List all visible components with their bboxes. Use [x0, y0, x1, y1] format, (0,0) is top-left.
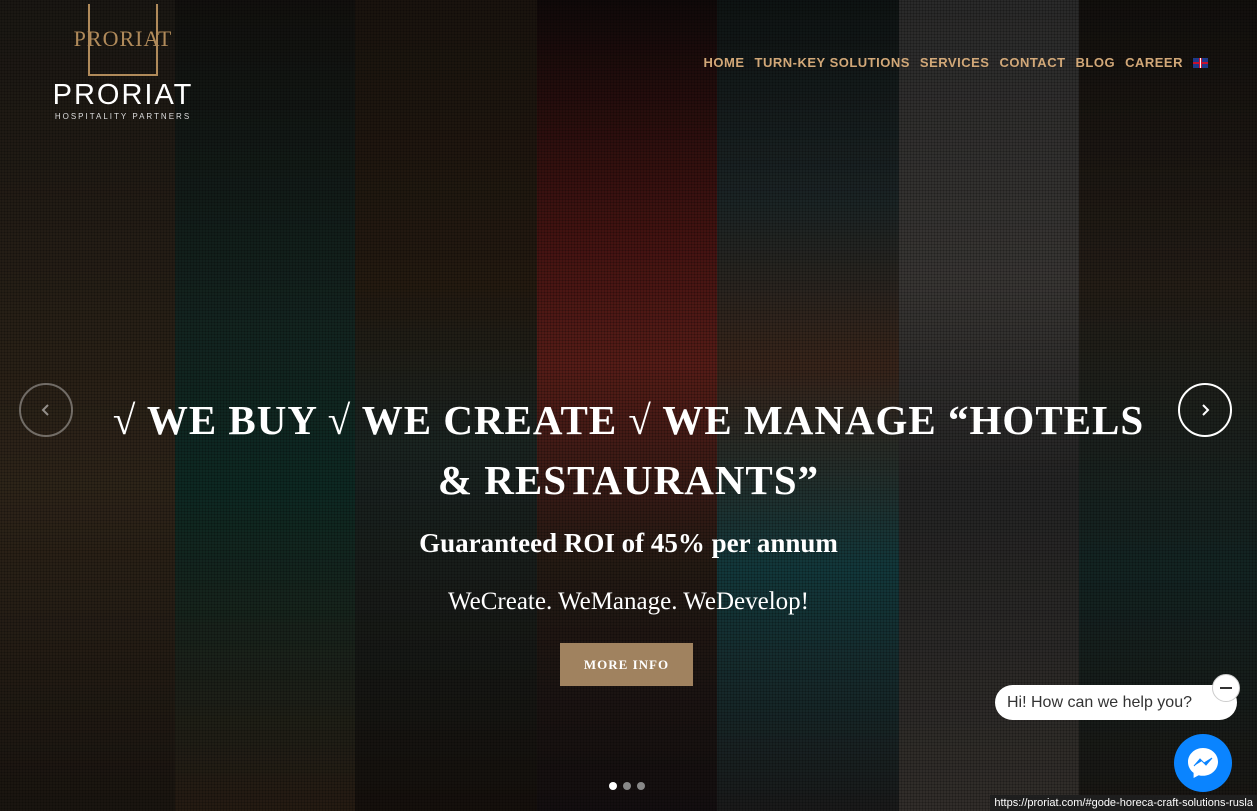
nav-services[interactable]: SERVICES: [920, 55, 990, 70]
main-nav: HOME TURN-KEY SOLUTIONS SERVICES CONTACT…: [704, 55, 1208, 70]
nav-home[interactable]: HOME: [704, 55, 745, 70]
chevron-left-icon: [41, 404, 49, 416]
chat-greeting-text: Hi! How can we help you?: [1007, 693, 1192, 711]
more-info-button[interactable]: MORE INFO: [560, 643, 693, 686]
site-logo[interactable]: PRORIAT PRORIAT HOSPITALITY PARTNERS: [38, 4, 208, 121]
slide-headline: √ WE BUY √ WE CREATE √ WE MANAGE “HOTELS…: [112, 397, 1145, 503]
messenger-launcher-button[interactable]: [1174, 734, 1232, 792]
nav-turn-key-solutions[interactable]: TURN-KEY SOLUTIONS: [755, 55, 910, 70]
uk-flag-icon[interactable]: [1193, 57, 1208, 68]
nav-blog[interactable]: BLOG: [1076, 55, 1116, 70]
chat-greeting-bubble[interactable]: Hi! How can we help you?: [995, 685, 1237, 720]
slider-next-button[interactable]: [1178, 383, 1232, 437]
slide-tagline: WeCreate. WeManage. WeDevelop!: [448, 588, 809, 615]
slider-dot[interactable]: [623, 782, 631, 790]
slider-dot[interactable]: [609, 782, 617, 790]
slider-dot[interactable]: [637, 782, 645, 790]
nav-career[interactable]: CAREER: [1125, 55, 1183, 70]
logo-mark: PRORIAT: [74, 4, 171, 76]
chevron-right-icon: [1202, 404, 1210, 416]
slide-subhead: Guaranteed ROI of 45% per annum: [419, 528, 838, 558]
chat-close-button[interactable]: [1212, 674, 1240, 702]
slider-pagination: [609, 782, 645, 790]
minus-icon: [1220, 687, 1232, 689]
logo-subtitle: HOSPITALITY PARTNERS: [54, 112, 192, 121]
logo-name: PRORIAT: [52, 79, 194, 111]
messenger-icon: [1188, 748, 1218, 778]
status-bar-url: https://proriat.com/#gode-horeca-craft-s…: [990, 795, 1257, 811]
slider-prev-button[interactable]: [19, 383, 73, 437]
nav-contact[interactable]: CONTACT: [999, 55, 1065, 70]
logo-mark-text: PRORIAT: [73, 26, 173, 51]
